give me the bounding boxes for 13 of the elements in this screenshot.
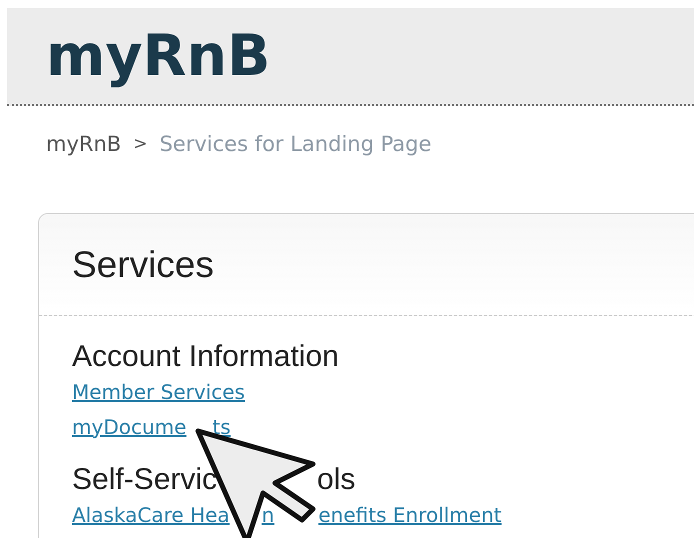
section-heading: ols [317, 464, 356, 494]
section-heading: Self-Servic [72, 464, 218, 494]
panel-title: Services [72, 242, 214, 287]
service-link[interactable]: enefits Enrollment [318, 504, 502, 524]
section-heading: Account Information [72, 342, 339, 372]
breadcrumb-separator: > [133, 133, 148, 156]
service-link[interactable]: AlaskaCare Hea [72, 504, 230, 524]
service-link[interactable]: ts [212, 416, 231, 436]
service-link[interactable]: n [262, 504, 274, 524]
breadcrumb-link[interactable]: Services for Landing Page [159, 129, 432, 161]
breadcrumb-link[interactable]: myRnB [46, 129, 122, 161]
service-link[interactable]: myDocume [72, 416, 186, 436]
service-link[interactable]: Member Services [72, 382, 245, 402]
